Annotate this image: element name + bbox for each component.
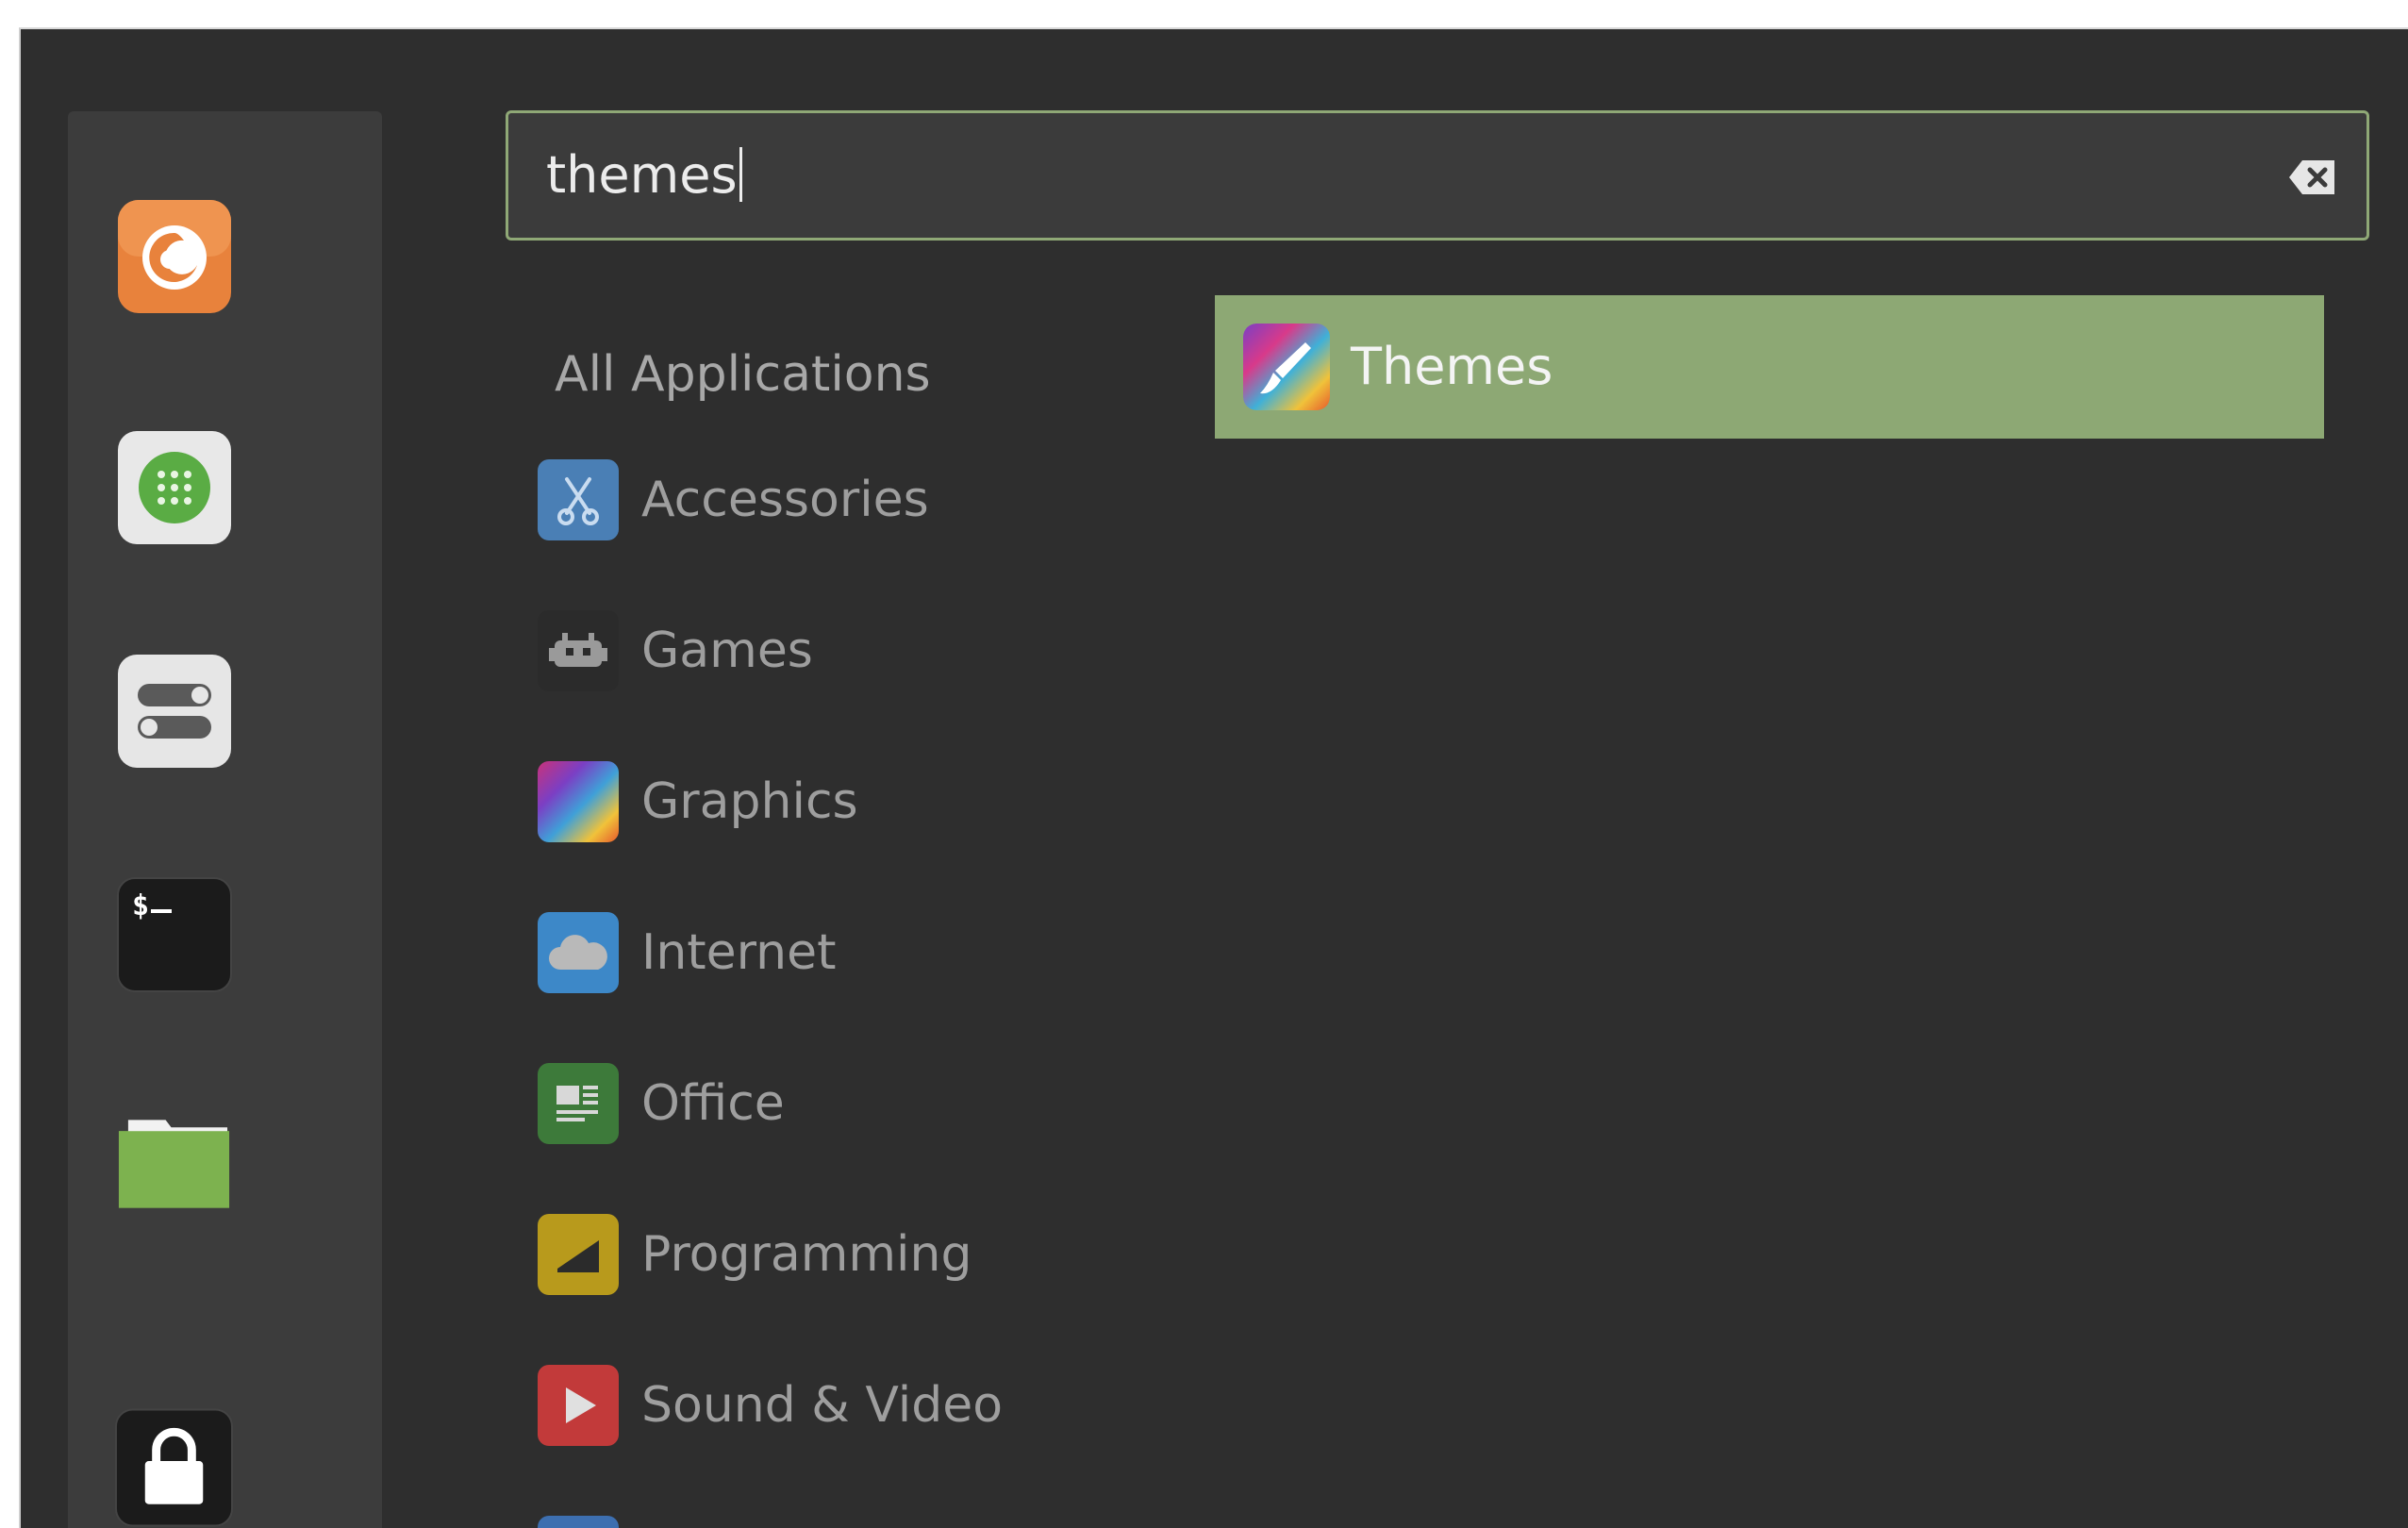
folder-icon: [118, 1119, 230, 1208]
category-all-applications[interactable]: All Applications: [555, 344, 931, 405]
favorites-sidebar: [68, 111, 382, 1528]
category-games[interactable]: Games: [538, 604, 813, 698]
favorite-lock-screen[interactable]: [115, 1408, 233, 1526]
category-label: Games: [641, 623, 813, 679]
software-manager-icon: [117, 430, 231, 544]
firefox-icon: [117, 199, 231, 313]
text-caret: [739, 147, 742, 202]
themes-icon: [1243, 324, 1330, 410]
svg-text:$: $: [132, 889, 149, 922]
category-label: Sound & Video: [641, 1377, 1004, 1434]
graphics-icon: [538, 761, 619, 842]
lock-icon: [115, 1408, 233, 1526]
result-label: Themes: [1351, 337, 1553, 396]
favorite-files[interactable]: [115, 1100, 233, 1218]
accessories-icon: [538, 459, 619, 540]
category-label: Office: [641, 1075, 785, 1132]
application-menu: $ themes All Applications Accessories Ga…: [19, 27, 2408, 1528]
category-accessories[interactable]: Accessories: [538, 453, 929, 547]
category-internet[interactable]: Internet: [538, 905, 836, 1000]
favorite-firefox[interactable]: [115, 197, 233, 315]
favorite-system-settings[interactable]: [115, 652, 233, 770]
favorite-software-manager[interactable]: [115, 428, 233, 546]
category-office[interactable]: Office: [538, 1056, 785, 1151]
category-label: Programming: [641, 1226, 972, 1283]
category-programming[interactable]: Programming: [538, 1207, 972, 1302]
search-text[interactable]: themes: [546, 145, 742, 206]
favorite-terminal[interactable]: $: [115, 875, 233, 993]
category-label: Accessories: [641, 472, 929, 528]
search-value: themes: [546, 145, 738, 205]
system-settings-icon: [117, 654, 231, 768]
search-result-themes[interactable]: Themes: [1215, 295, 2324, 439]
category-label: Graphics: [641, 773, 858, 830]
search-input[interactable]: themes: [506, 110, 2369, 241]
games-icon: [538, 610, 619, 691]
category-label: Internet: [641, 924, 837, 981]
office-icon: [538, 1063, 619, 1144]
category-sound-video[interactable]: Sound & Video: [538, 1358, 1003, 1453]
backspace-clear-icon: [2289, 160, 2334, 194]
sound-video-icon: [538, 1365, 619, 1446]
category-graphics[interactable]: Graphics: [538, 755, 858, 849]
system-icon: [538, 1516, 619, 1528]
terminal-icon: $: [116, 876, 232, 992]
programming-icon: [538, 1214, 619, 1295]
clear-search-button[interactable]: [2285, 151, 2338, 204]
category-partial[interactable]: [538, 1509, 641, 1528]
internet-icon: [538, 912, 619, 993]
